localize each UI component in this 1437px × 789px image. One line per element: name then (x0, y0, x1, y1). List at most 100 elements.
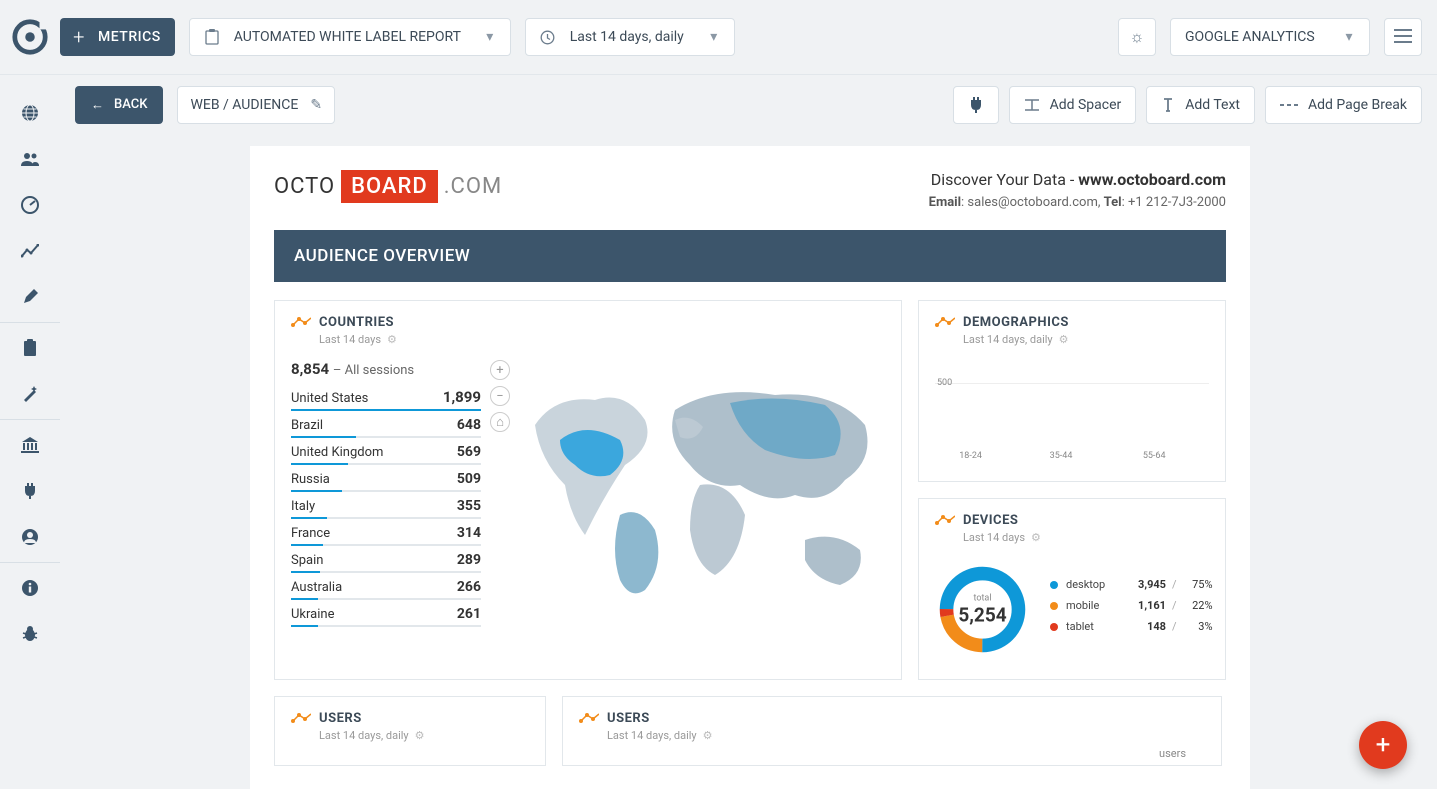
sidebar-item-wand[interactable] (0, 371, 60, 417)
country-row[interactable]: Ukraine261 (291, 606, 481, 627)
add-page-break-button[interactable]: Add Page Break (1265, 86, 1422, 124)
gear-icon[interactable]: ⚙ (415, 729, 425, 742)
world-map[interactable] (515, 360, 885, 629)
card-title: DEMOGRAPHICS (963, 315, 1069, 330)
country-name: France (291, 526, 330, 541)
country-row[interactable]: United Kingdom569 (291, 444, 481, 465)
sidebar-item-account[interactable] (0, 514, 60, 560)
device-legend-row: mobile1,161/22% (1050, 599, 1213, 612)
map-home-button[interactable]: ⌂ (490, 412, 510, 432)
demographics-card[interactable]: DEMOGRAPHICS Last 14 days, daily⚙ 500 18… (918, 300, 1226, 482)
clipboard-icon (200, 29, 224, 45)
chevron-down-icon: ▾ (1339, 29, 1359, 45)
connector-button[interactable] (953, 86, 999, 124)
country-row[interactable]: France 314 (291, 525, 481, 546)
add-page-break-label: Add Page Break (1308, 97, 1407, 113)
card-title: DEVICES (963, 513, 1041, 528)
country-list: 8,854 – All sessions United States1,899 B… (291, 360, 481, 629)
country-row[interactable]: Spain289 (291, 552, 481, 573)
gear-icon[interactable]: ⚙ (387, 333, 397, 346)
gear-icon[interactable]: ⚙ (1031, 531, 1041, 544)
card-title: USERS (607, 711, 713, 726)
datasource-name: GOOGLE ANALYTICS (1181, 29, 1339, 45)
back-button[interactable]: ← BACK (75, 86, 163, 124)
legend-dot (1050, 581, 1058, 589)
sidebar-item-globe[interactable] (0, 90, 60, 136)
devices-card[interactable]: DEVICES Last 14 days⚙ (918, 498, 1226, 680)
zoom-in-button[interactable]: + (490, 360, 510, 380)
device-legend-row: tablet148/3% (1050, 620, 1213, 633)
plus-icon: + (60, 18, 98, 56)
report-canvas: OCTO BOARD .COM Discover Your Data - www… (60, 134, 1437, 789)
country-name: Spain (291, 553, 323, 568)
datasource-select[interactable]: GOOGLE ANALYTICS ▾ (1170, 18, 1370, 56)
card-period: Last 14 days⚙ (319, 333, 397, 346)
report-name: AUTOMATED WHITE LABEL REPORT (224, 29, 480, 45)
users-legend-label: users (1159, 747, 1186, 760)
sidebar-item-bug[interactable] (0, 611, 60, 657)
sidebar-item-report[interactable] (0, 325, 60, 371)
country-row[interactable]: Brazil648 (291, 417, 481, 438)
chevron-down-icon: ▾ (704, 29, 724, 45)
report-header: OCTO BOARD .COM Discover Your Data - www… (274, 170, 1226, 210)
add-text-button[interactable]: Add Text (1146, 86, 1255, 124)
report-select[interactable]: AUTOMATED WHITE LABEL REPORT ▾ (189, 18, 511, 56)
card-title: COUNTRIES (319, 315, 397, 330)
country-row[interactable]: Russia509 (291, 471, 481, 492)
arrow-left-icon: ← (91, 97, 104, 113)
legend-dot (1050, 602, 1058, 610)
country-name: Australia (291, 580, 342, 595)
metric-icon (291, 317, 311, 331)
breadcrumb-editor[interactable]: WEB / AUDIENCE ✎ (177, 86, 335, 124)
sidebar-item-info[interactable] (0, 565, 60, 611)
sidebar-item-people[interactable] (0, 136, 60, 182)
legend-dot (1050, 623, 1058, 631)
map-controls: + − ⌂ (485, 360, 515, 629)
device-name: mobile (1066, 599, 1126, 612)
device-value: 3,945 (1126, 578, 1166, 591)
report-tagline: Discover Your Data - www.octoboard.com (929, 170, 1226, 189)
country-value: 266 (457, 579, 481, 595)
theme-toggle-button[interactable]: ☼ (1118, 18, 1156, 56)
metric-icon (935, 317, 955, 331)
users-card-2[interactable]: USERS Last 14 days, daily⚙ (562, 696, 1222, 766)
country-row[interactable]: Italy355 (291, 498, 481, 519)
hamburger-icon (1394, 28, 1412, 47)
sidebar-item-plug[interactable] (0, 468, 60, 514)
country-total: 8,854 – All sessions (291, 360, 481, 378)
add-spacer-label: Add Spacer (1050, 97, 1122, 113)
country-value: 314 (457, 525, 481, 541)
plug-icon (968, 97, 984, 113)
zoom-out-button[interactable]: − (490, 386, 510, 406)
metric-icon (291, 713, 311, 727)
sidebar-item-line-chart[interactable] (0, 228, 60, 274)
report-contact: Email: sales@octoboard.com, Tel: +1 212-… (929, 195, 1226, 210)
device-name: desktop (1066, 578, 1126, 591)
menu-button[interactable] (1384, 18, 1422, 56)
device-name: tablet (1066, 620, 1126, 633)
country-row[interactable]: Australia 266 (291, 579, 481, 600)
demographics-chart: 500 18-24 35-44 55-64 (935, 356, 1209, 467)
sidebar-item-gauge[interactable] (0, 182, 60, 228)
card-title: USERS (319, 711, 425, 726)
metrics-button[interactable]: + METRICS (60, 18, 175, 56)
device-pct: 75% (1183, 578, 1213, 591)
gear-icon[interactable]: ⚙ (703, 729, 713, 742)
gear-icon[interactable]: ⚙ (1059, 333, 1069, 346)
users-card-1[interactable]: USERS Last 14 days, daily⚙ (274, 696, 546, 766)
add-spacer-button[interactable]: Add Spacer (1009, 86, 1137, 124)
metric-icon (579, 713, 599, 727)
add-widget-fab[interactable]: + (1359, 721, 1407, 769)
country-name: Russia (291, 472, 330, 487)
devices-donut: total 5,254 (935, 562, 1030, 657)
app-logo[interactable] (0, 0, 60, 74)
country-row[interactable]: United States1,899 (291, 388, 481, 411)
device-pct: 3% (1183, 620, 1213, 633)
device-legend-row: desktop3,945/75% (1050, 578, 1213, 591)
chevron-down-icon: ▾ (480, 29, 500, 45)
sidebar-item-edit[interactable] (0, 274, 60, 320)
countries-card[interactable]: COUNTRIES Last 14 days⚙ 8,854 – All sess… (274, 300, 902, 680)
date-range-select[interactable]: Last 14 days, daily ▾ (525, 18, 735, 56)
sidebar (0, 74, 60, 789)
sidebar-item-bank[interactable] (0, 422, 60, 468)
